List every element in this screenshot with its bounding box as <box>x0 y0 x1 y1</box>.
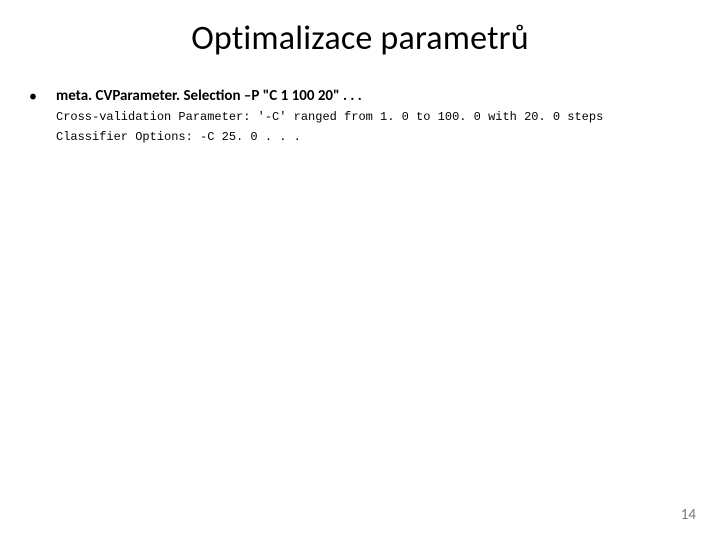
bullet-heading: meta. CVParameter. Selection –P "C 1 100… <box>56 87 692 105</box>
bullet-marker: • <box>28 87 38 105</box>
code-line-1: Cross-validation Parameter: '-C' ranged … <box>56 109 692 125</box>
bullet-body: meta. CVParameter. Selection –P "C 1 100… <box>56 87 692 145</box>
slide-title: Optimalizace parametrů <box>0 0 720 87</box>
code-line-2: Classifier Options: -C 25. 0 . . . <box>56 129 692 145</box>
slide: Optimalizace parametrů • meta. CVParamet… <box>0 0 720 540</box>
slide-content: • meta. CVParameter. Selection –P "C 1 1… <box>0 87 720 145</box>
page-number: 14 <box>681 506 696 524</box>
bullet-item: • meta. CVParameter. Selection –P "C 1 1… <box>28 87 692 145</box>
